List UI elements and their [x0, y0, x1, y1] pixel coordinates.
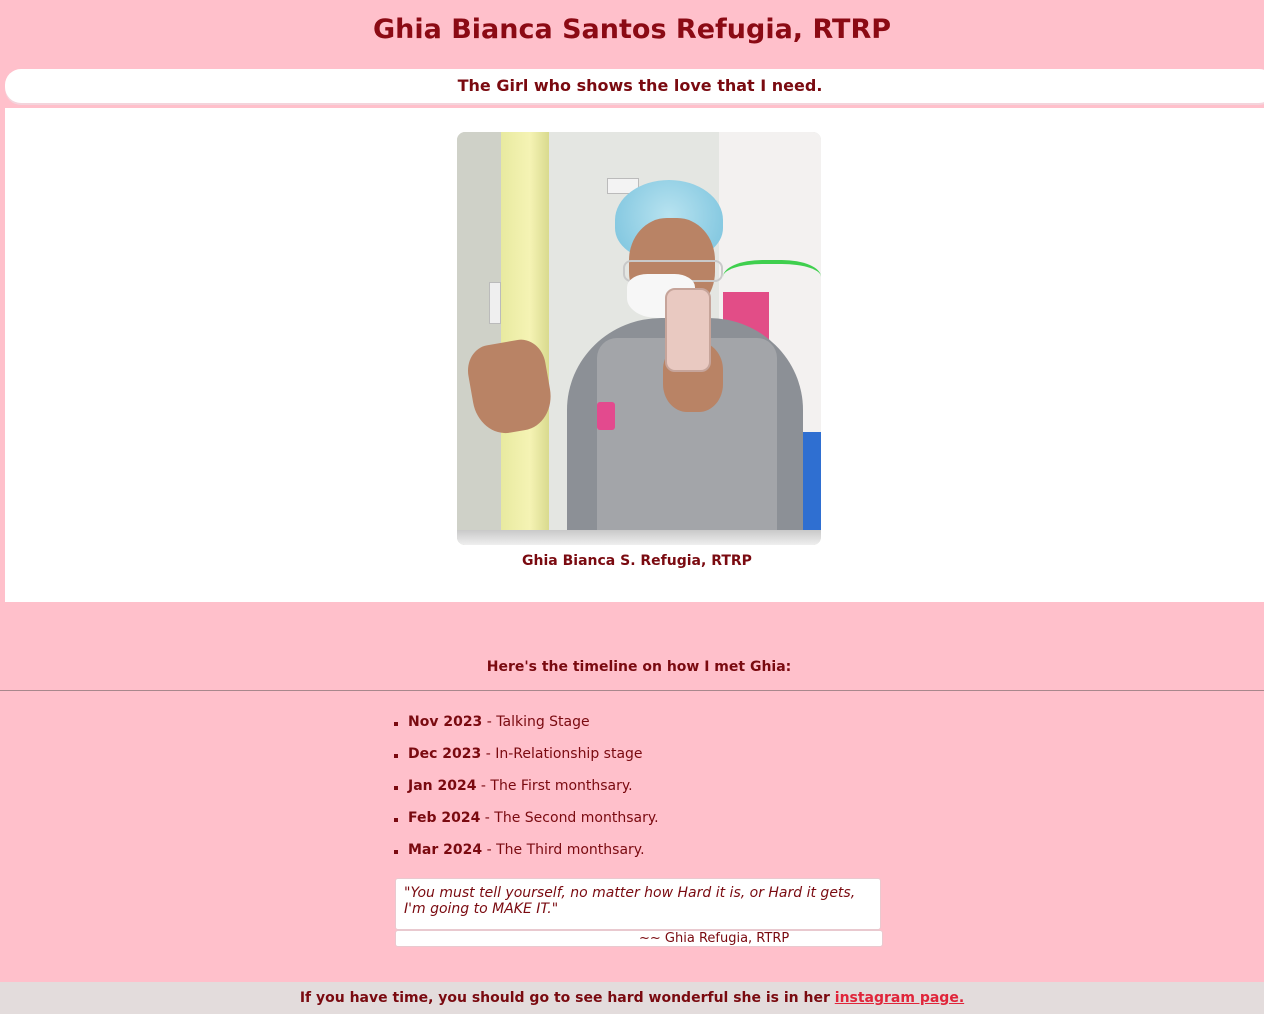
- timeline-date: Mar 2024: [408, 842, 483, 858]
- page: Ghia Bianca Santos Refugia, RTRP The Gir…: [0, 0, 1264, 1014]
- photo-caption: Ghia Bianca S. Refugia, RTRP: [522, 553, 752, 569]
- photo-section: Ghia Bianca S. Refugia, RTRP: [5, 108, 1264, 602]
- footer-text: If you have time, you should go to see h…: [299, 990, 835, 1006]
- timeline-text: - The Second monthsary.: [480, 810, 659, 826]
- tagline-banner: The Girl who shows the love that I need.: [5, 69, 1264, 103]
- profile-photo: [457, 132, 821, 545]
- timeline-item: Dec 2023 - In-Relationship stage: [392, 746, 659, 778]
- instagram-link[interactable]: instagram page.: [835, 990, 964, 1006]
- page-title: Ghia Bianca Santos Refugia, RTRP: [372, 14, 892, 45]
- timeline-date: Feb 2024: [408, 810, 481, 826]
- timeline-text: - The First monthsary.: [476, 778, 633, 794]
- timeline-text: - The Third monthsary.: [482, 842, 645, 858]
- timeline-date: Dec 2023: [408, 746, 482, 762]
- timeline-text: - Talking Stage: [482, 714, 590, 730]
- timeline-item: Feb 2024 - The Second monthsary.: [392, 810, 659, 842]
- quote-author: ~~ Ghia Refugia, RTRP: [395, 930, 883, 947]
- timeline-list: Nov 2023 - Talking Stage Dec 2023 - In-R…: [392, 714, 659, 874]
- timeline-date: Nov 2023: [408, 714, 483, 730]
- timeline-item: Jan 2024 - The First monthsary.: [392, 778, 659, 810]
- timeline-item: Mar 2024 - The Third monthsary.: [392, 842, 659, 874]
- timeline-date: Jan 2024: [408, 778, 477, 794]
- quote-text: "You must tell yourself, no matter how H…: [395, 878, 881, 930]
- timeline-heading: Here's the timeline on how I met Ghia:: [486, 659, 792, 675]
- footer: If you have time, you should go to see h…: [0, 982, 1264, 1014]
- timeline-item: Nov 2023 - Talking Stage: [392, 714, 659, 746]
- timeline-text: - In-Relationship stage: [481, 746, 643, 762]
- quote-author-label: ~~ Ghia Refugia, RTRP: [639, 931, 790, 946]
- divider: [0, 690, 1264, 691]
